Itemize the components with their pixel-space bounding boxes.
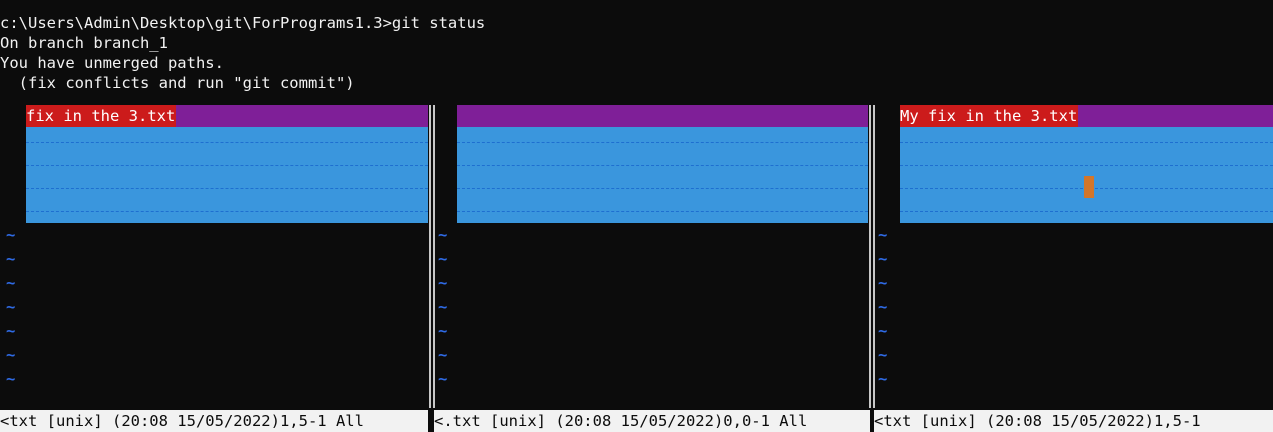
- empty-line-tilde: ~: [6, 298, 16, 316]
- diff-filler-line: [26, 188, 428, 189]
- empty-line-tilde: ~: [6, 274, 16, 292]
- empty-line-tilde: ~: [438, 274, 448, 292]
- empty-line-tilde: ~: [438, 298, 448, 316]
- pane-right-header: My fix in the 3.txt: [900, 105, 1273, 127]
- pane-middle-diff-block: [457, 127, 868, 223]
- pane-separator-left[interactable]: [428, 105, 436, 408]
- status-line-middle: <.txt [unix] (20:08 15/05/2022)0,0-1 All: [434, 410, 870, 432]
- diff-filler-line: [26, 211, 428, 212]
- status-line-right: <txt [unix] (20:08 15/05/2022)1,5-1: [874, 410, 1273, 432]
- terminal-line-branch: On branch branch_1: [0, 34, 168, 52]
- empty-line-tilde: ~: [6, 370, 16, 388]
- pane-left-diff-block: [26, 127, 428, 223]
- pane-right[interactable]: My fix in the 3.txt ~ ~ ~ ~ ~ ~ ~: [876, 105, 1273, 408]
- diff-filler-line: [457, 188, 868, 189]
- terminal-line-hint: (fix conflicts and run "git commit"): [0, 74, 355, 92]
- text-cursor: [1084, 176, 1094, 198]
- terminal-line-unmerged: You have unmerged paths.: [0, 54, 224, 72]
- pane-left-header: fix in the 3.txt: [26, 105, 428, 127]
- pane-right-header-text: My fix in the 3.txt: [900, 105, 1079, 127]
- empty-line-tilde: ~: [878, 322, 888, 340]
- diff-filler-line: [457, 165, 868, 166]
- pane-left-header-text: fix in the 3.txt: [26, 105, 177, 127]
- empty-line-tilde: ~: [878, 226, 888, 244]
- diff-filler-line: [26, 142, 428, 143]
- pane-separator-right[interactable]: [868, 105, 876, 408]
- empty-line-tilde: ~: [438, 370, 448, 388]
- diff-filler-line: [457, 142, 868, 143]
- empty-line-tilde: ~: [438, 226, 448, 244]
- empty-line-tilde: ~: [6, 250, 16, 268]
- pane-middle-header-text: [457, 105, 458, 127]
- diff-filler-line: [900, 211, 1273, 212]
- empty-line-tilde: ~: [438, 250, 448, 268]
- empty-line-tilde: ~: [6, 346, 16, 364]
- empty-line-tilde: ~: [878, 346, 888, 364]
- diff-filler-line: [457, 211, 868, 212]
- pane-middle-header: [457, 105, 868, 127]
- empty-line-tilde: ~: [438, 322, 448, 340]
- empty-line-tilde: ~: [878, 250, 888, 268]
- diff-filler-line: [26, 165, 428, 166]
- empty-line-tilde: ~: [6, 226, 16, 244]
- empty-line-tilde: ~: [878, 274, 888, 292]
- status-line-left: <txt [unix] (20:08 15/05/2022)1,5-1 All: [0, 410, 428, 432]
- empty-line-tilde: ~: [878, 370, 888, 388]
- empty-line-tilde: ~: [6, 322, 16, 340]
- pane-left[interactable]: fix in the 3.txt ~ ~ ~ ~ ~ ~ ~: [0, 105, 428, 408]
- diff-filler-line: [900, 142, 1273, 143]
- empty-line-tilde: ~: [878, 298, 888, 316]
- pane-middle[interactable]: ~ ~ ~ ~ ~ ~ ~: [436, 105, 868, 408]
- diff-filler-line: [900, 165, 1273, 166]
- empty-line-tilde: ~: [438, 346, 448, 364]
- terminal-line-command: c:\Users\Admin\Desktop\git\ForPrograms1.…: [0, 14, 486, 32]
- pane-right-diff-block: [900, 127, 1273, 223]
